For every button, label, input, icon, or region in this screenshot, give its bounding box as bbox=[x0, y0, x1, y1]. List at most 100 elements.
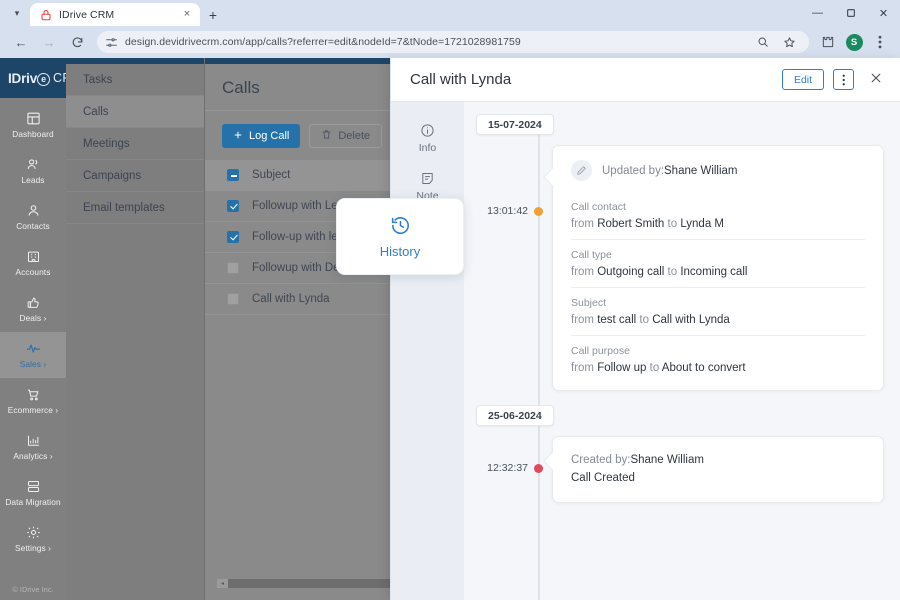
subnav-item-calls[interactable]: Calls bbox=[66, 96, 204, 128]
panel-title: Call with Lynda bbox=[410, 71, 512, 88]
history-card: Updated by:Shane William Call contact fr… bbox=[552, 145, 884, 391]
sales-pulse-icon bbox=[26, 341, 41, 356]
sidebar-item-deals[interactable]: Deals › bbox=[0, 286, 66, 332]
window-maximize-button[interactable] bbox=[834, 0, 867, 26]
sidebar-item-ecommerce[interactable]: Ecommerce › bbox=[0, 378, 66, 424]
select-all-checkbox[interactable] bbox=[227, 169, 239, 181]
to-word: to bbox=[667, 218, 678, 230]
sidebar-item-analytics[interactable]: Analytics › bbox=[0, 424, 66, 470]
tab-history[interactable]: History bbox=[336, 198, 464, 275]
timeline-date-chip: 25-06-2024 bbox=[476, 405, 554, 426]
back-icon[interactable]: ← bbox=[8, 29, 34, 55]
window-minimize-button[interactable]: — bbox=[801, 0, 834, 26]
sidebar-item-sales[interactable]: Sales › bbox=[0, 332, 66, 378]
sidebar-item-contacts[interactable]: Contacts bbox=[0, 194, 66, 240]
address-bar[interactable]: design.devidrivecrm.com/app/calls?referr… bbox=[97, 31, 809, 53]
browser-toolbar: ← → design.devidrivecrm.com/app/calls?re… bbox=[0, 26, 900, 58]
tab-label: Info bbox=[418, 142, 437, 154]
change-field: Subject from test call to Call with Lynd… bbox=[571, 287, 865, 326]
new-value: Incoming call bbox=[680, 266, 748, 278]
sidebar-item-dashboard[interactable]: Dashboard bbox=[0, 102, 66, 148]
new-tab-button[interactable]: + bbox=[200, 3, 226, 26]
card-summary: Call Created bbox=[571, 472, 635, 484]
sidebar-item-settings[interactable]: Settings › bbox=[0, 516, 66, 562]
history-timeline[interactable]: 15-07-2024 13:01:42 Updated by:Shane Wil… bbox=[464, 102, 900, 600]
subnav-item-campaigns[interactable]: Campaigns bbox=[66, 160, 204, 192]
entry-time: 12:32:37 bbox=[487, 462, 528, 474]
from-word: from bbox=[571, 266, 594, 278]
field-label: Call contact bbox=[571, 201, 626, 213]
sidebar-label: Leads bbox=[21, 175, 45, 185]
tab-search-caret-icon[interactable]: ▾ bbox=[4, 0, 30, 26]
tab-info[interactable]: Info bbox=[391, 114, 464, 162]
edit-button[interactable]: Edit bbox=[782, 69, 824, 90]
author-label: Created by: bbox=[571, 454, 631, 466]
star-icon[interactable] bbox=[777, 31, 801, 53]
delete-button[interactable]: Delete bbox=[309, 124, 383, 148]
new-value: Lynda M bbox=[680, 218, 724, 230]
field-value: from Outgoing call to Incoming call bbox=[571, 266, 865, 278]
row-subject: Call with Lynda bbox=[252, 293, 330, 305]
log-call-button[interactable]: Log Call bbox=[222, 124, 301, 148]
tune-settings-icon[interactable] bbox=[105, 36, 118, 49]
profile-avatar[interactable]: S bbox=[842, 30, 866, 54]
row-checkbox[interactable] bbox=[227, 262, 239, 274]
forward-icon[interactable]: → bbox=[36, 29, 62, 55]
from-word: from bbox=[571, 218, 594, 230]
sidebar-label: Deals › bbox=[19, 313, 47, 323]
browser-menu-icon[interactable] bbox=[868, 30, 892, 54]
subnav-item-email-templates[interactable]: Email templates bbox=[66, 192, 204, 224]
tab-close-icon[interactable]: × bbox=[180, 9, 194, 20]
history-card: Created by:Shane William Call Created bbox=[552, 436, 884, 503]
tab-label: History bbox=[379, 243, 421, 259]
entry-dot bbox=[534, 207, 543, 216]
from-word: from bbox=[571, 362, 594, 374]
entry-dot bbox=[534, 464, 543, 473]
reload-icon[interactable] bbox=[64, 29, 90, 55]
browser-tabstrip: ▾ IDrive CRM × + — ✕ bbox=[0, 0, 900, 26]
timeline-entry: 13:01:42 Updated by:Shane William Call c… bbox=[464, 145, 900, 391]
trash-icon bbox=[321, 129, 332, 143]
extensions-puzzle-icon[interactable] bbox=[816, 30, 840, 54]
old-value: Follow up bbox=[597, 362, 647, 374]
column-header-subject: Subject bbox=[252, 169, 291, 181]
old-value: Outgoing call bbox=[597, 266, 665, 278]
panel-tab-rail: Info Note History bbox=[336, 102, 464, 600]
sidebar-item-accounts[interactable]: Accounts bbox=[0, 240, 66, 286]
tab-title: IDrive CRM bbox=[59, 8, 115, 21]
sidebar-label: Settings › bbox=[14, 543, 52, 553]
author-label: Updated by: bbox=[602, 164, 665, 177]
primary-sidebar: IDriveCRM Dashboard Leads bbox=[0, 58, 82, 600]
card-author: Created by:Shane William bbox=[571, 454, 704, 466]
data-migration-icon bbox=[26, 479, 41, 494]
history-clock-icon bbox=[390, 215, 411, 237]
ecommerce-cart-icon bbox=[26, 387, 41, 402]
panel-menu-button[interactable] bbox=[833, 69, 854, 90]
settings-gear-icon bbox=[26, 525, 41, 540]
sidebar-label: Data Migration bbox=[5, 497, 61, 507]
search-icon[interactable] bbox=[751, 31, 775, 53]
from-word: from bbox=[571, 314, 594, 326]
window-controls: — ✕ bbox=[801, 0, 900, 26]
row-checkbox[interactable] bbox=[227, 293, 239, 305]
close-panel-button[interactable] bbox=[868, 71, 884, 89]
timeline-inner: 15-07-2024 13:01:42 Updated by:Shane Wil… bbox=[464, 102, 900, 600]
subnav-item-tasks[interactable]: Tasks bbox=[66, 64, 204, 96]
browser-tab[interactable]: IDrive CRM × bbox=[30, 3, 200, 26]
row-subject: Followup with Deal bbox=[252, 262, 349, 274]
pencil-edit-icon bbox=[571, 160, 592, 181]
window-close-button[interactable]: ✕ bbox=[867, 0, 900, 26]
field-label: Subject bbox=[571, 297, 607, 309]
sidebar-item-leads[interactable]: Leads bbox=[0, 148, 66, 194]
idrive-lock-icon bbox=[39, 8, 52, 21]
row-checkbox[interactable] bbox=[227, 231, 239, 243]
subnav-item-meetings[interactable]: Meetings bbox=[66, 128, 204, 160]
app-logo[interactable]: IDriveCRM bbox=[0, 58, 82, 98]
row-checkbox[interactable] bbox=[227, 200, 239, 212]
sidebar-item-data-migration[interactable]: Data Migration bbox=[0, 470, 66, 516]
timeline-date-chip: 15-07-2024 bbox=[476, 114, 554, 135]
sidebar-label: Dashboard bbox=[12, 129, 54, 139]
scroll-left-arrow-icon[interactable]: ◂ bbox=[217, 579, 228, 588]
field-value: from Follow up to About to convert bbox=[571, 362, 865, 374]
panel-header: Call with Lynda Edit bbox=[391, 58, 900, 102]
